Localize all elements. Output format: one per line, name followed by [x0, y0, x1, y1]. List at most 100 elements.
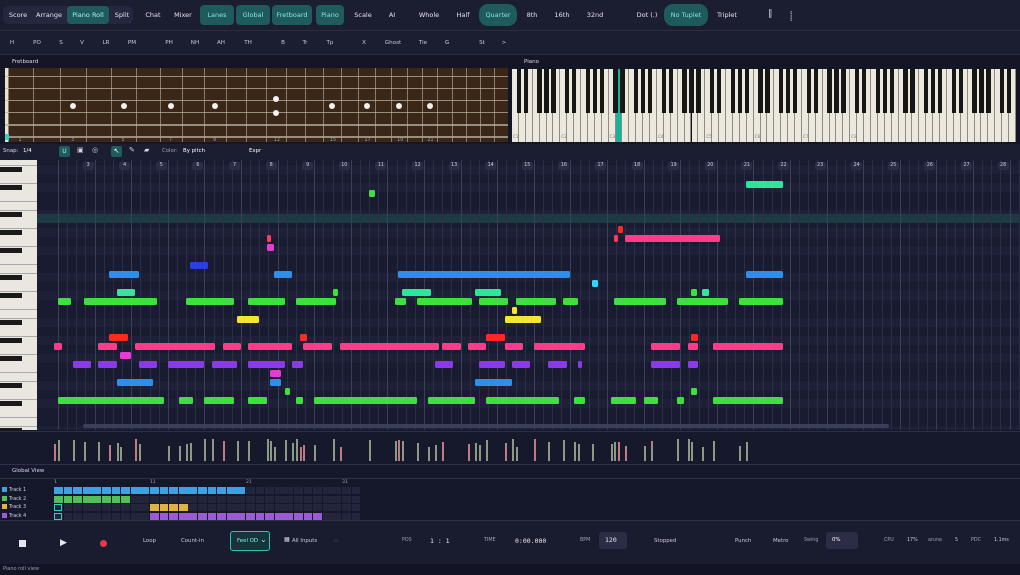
velocity-bar[interactable]: [299, 447, 302, 461]
global-cell[interactable]: [265, 504, 274, 511]
black-key[interactable]: [668, 69, 673, 113]
midi-note[interactable]: [434, 361, 454, 368]
black-key[interactable]: [999, 69, 1005, 113]
black-key[interactable]: [571, 69, 577, 113]
track-header[interactable]: Track 2: [2, 495, 26, 502]
global-cell[interactable]: [351, 512, 361, 520]
global-cell[interactable]: [332, 495, 342, 503]
view-piano-roll-tab[interactable]: Piano Roll: [67, 6, 109, 24]
global-cell[interactable]: [121, 495, 130, 503]
global-cell[interactable]: [207, 512, 217, 520]
midi-note[interactable]: [270, 379, 282, 386]
velocity-bar[interactable]: [98, 442, 101, 461]
global-cell[interactable]: [284, 512, 294, 520]
global-cell[interactable]: [342, 512, 351, 520]
velocity-bar[interactable]: [416, 443, 419, 461]
midi-note[interactable]: [109, 334, 128, 341]
midi-note[interactable]: [617, 226, 624, 233]
black-key[interactable]: [875, 69, 881, 113]
triplet-button[interactable]: Triplet: [712, 6, 742, 24]
record-button[interactable]: [100, 540, 107, 547]
roll-black-key[interactable]: [0, 167, 22, 172]
global-cell[interactable]: [159, 504, 169, 511]
black-key[interactable]: [744, 69, 749, 113]
velocity-bar[interactable]: [120, 447, 123, 461]
midi-note[interactable]: [314, 397, 417, 404]
art-tap-button[interactable]: Tp: [323, 34, 337, 52]
black-key[interactable]: [544, 69, 549, 113]
global-cell[interactable]: [150, 495, 159, 503]
black-key[interactable]: [661, 69, 667, 113]
punch-button[interactable]: Punch: [735, 538, 751, 544]
global-cell[interactable]: [130, 487, 140, 494]
midi-note[interactable]: [394, 298, 406, 305]
midi-note[interactable]: [295, 298, 337, 305]
black-key[interactable]: [682, 69, 687, 113]
velocity-bar[interactable]: [83, 442, 86, 461]
midi-note[interactable]: [248, 397, 267, 404]
midi-note[interactable]: [467, 343, 487, 350]
fretboard-panel-button[interactable]: Fretboard: [272, 5, 312, 25]
velocity-bar[interactable]: [273, 447, 276, 461]
midi-note[interactable]: [109, 271, 139, 278]
midi-note[interactable]: [713, 343, 783, 350]
no-tuplet-button[interactable]: No Tuplet: [664, 4, 708, 26]
black-key[interactable]: [827, 69, 832, 113]
velocity-bar[interactable]: [614, 442, 617, 461]
global-cell[interactable]: [303, 495, 313, 503]
global-cell[interactable]: [130, 495, 140, 503]
global-cell[interactable]: [226, 487, 236, 494]
global-cell[interactable]: [255, 487, 265, 494]
repeat-icon[interactable]: ⸽: [790, 9, 792, 22]
velocity-bar[interactable]: [625, 446, 628, 461]
global-cell[interactable]: [246, 504, 255, 511]
note-grid[interactable]: 3 4 5 6 7 8 9 10 11 12 13 14 15 16 17 18 19 20 21 22 23 24 25 2…: [37, 160, 1020, 430]
global-cell[interactable]: [111, 495, 121, 503]
velocity-bar[interactable]: [504, 446, 507, 461]
global-cell[interactable]: [63, 487, 73, 494]
midi-note[interactable]: [266, 235, 271, 242]
midi-note[interactable]: [248, 343, 293, 350]
midi-note[interactable]: [650, 361, 681, 368]
global-cell[interactable]: [169, 512, 178, 520]
midi-note[interactable]: [270, 370, 282, 377]
velocity-bar[interactable]: [295, 443, 298, 461]
velocity-bar[interactable]: [610, 444, 613, 461]
scale-panel-button[interactable]: Scale: [350, 6, 376, 24]
piano-panel-button[interactable]: Piano: [316, 5, 344, 25]
roll-black-key[interactable]: [0, 185, 22, 190]
global-cell[interactable]: [265, 495, 274, 503]
black-key[interactable]: [765, 69, 770, 113]
black-key[interactable]: [710, 69, 715, 113]
midi-note[interactable]: [746, 271, 783, 278]
global-cell[interactable]: [73, 487, 82, 494]
black-key[interactable]: [924, 69, 929, 113]
global-cell[interactable]: [198, 504, 207, 511]
midi-note[interactable]: [72, 361, 91, 368]
global-cell[interactable]: [111, 487, 121, 494]
roll-black-key[interactable]: [0, 320, 22, 325]
black-key[interactable]: [716, 69, 722, 113]
global-cell[interactable]: [207, 495, 217, 503]
global-cell[interactable]: [342, 495, 351, 503]
midi-note[interactable]: [167, 361, 205, 368]
midi-note[interactable]: [427, 397, 476, 404]
roll-black-key[interactable]: [0, 383, 22, 388]
midi-note[interactable]: [186, 298, 234, 305]
velocity-bar[interactable]: [442, 442, 445, 461]
art-letring-button[interactable]: LR: [99, 34, 113, 52]
loop-button[interactable]: Loop: [143, 538, 156, 544]
midi-note[interactable]: [284, 388, 291, 395]
black-key[interactable]: [758, 69, 763, 113]
duration-16th-button[interactable]: 16th: [552, 6, 572, 24]
velocity-bar[interactable]: [339, 447, 342, 461]
black-key[interactable]: [889, 69, 894, 113]
black-key[interactable]: [516, 69, 522, 113]
velocity-bar[interactable]: [563, 440, 566, 461]
midi-note[interactable]: [398, 271, 571, 278]
black-key[interactable]: [979, 69, 984, 113]
midi-note[interactable]: [189, 262, 209, 269]
art-bend-button[interactable]: B: [277, 34, 289, 52]
global-cell[interactable]: [265, 512, 274, 520]
velocity-bar[interactable]: [138, 444, 141, 461]
